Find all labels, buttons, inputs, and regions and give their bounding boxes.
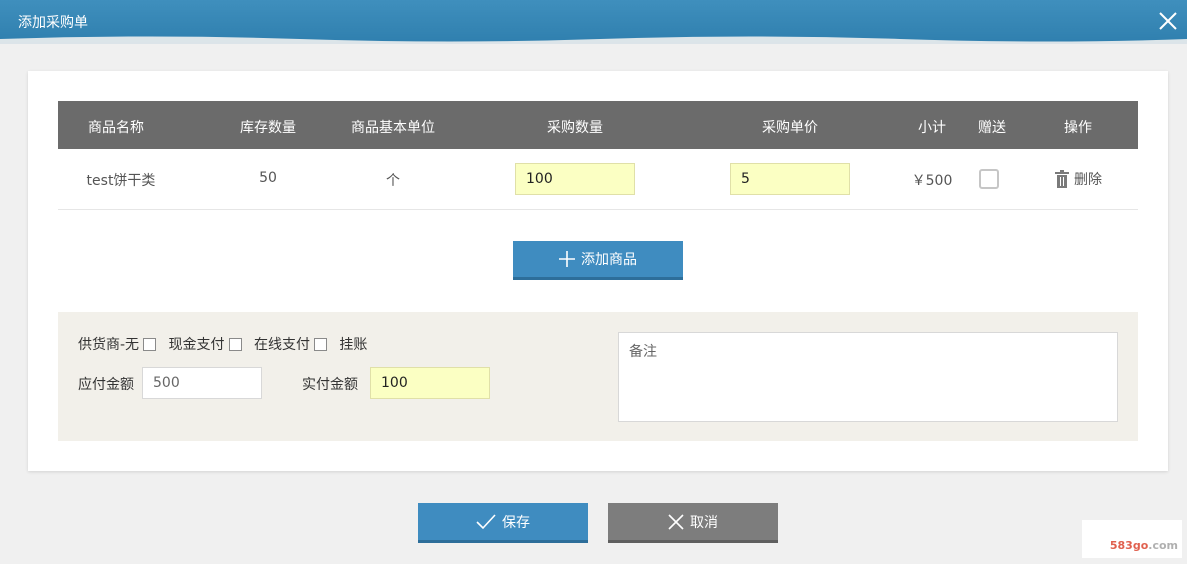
paid-input[interactable]: 100: [370, 367, 490, 399]
delete-label: 删除: [1074, 172, 1102, 188]
payment-options: 供货商-无 现金支付 在线支付 挂账: [78, 334, 367, 354]
titlebar-wave: [0, 36, 1187, 44]
col-actions: 操作: [1064, 120, 1092, 136]
main-panel: 商品名称 库存数量 商品基本单位 采购数量 采购单价 小计 赠送 操作 test…: [28, 71, 1168, 471]
purchase-table: 商品名称 库存数量 商品基本单位 采购数量 采购单价 小计 赠送 操作 test…: [58, 101, 1138, 210]
add-product-label: 添加商品: [581, 252, 637, 268]
supplier-checkbox[interactable]: [143, 338, 157, 351]
online-checkbox[interactable]: [313, 338, 327, 351]
watermark-prefix: 583go: [1109, 539, 1149, 552]
payable-input[interactable]: 500: [142, 367, 262, 399]
qty-input[interactable]: 100: [515, 163, 635, 195]
stock-value: 50: [259, 170, 277, 186]
save-label: 保存: [502, 514, 530, 531]
delete-button[interactable]: 删除: [1054, 169, 1102, 189]
col-stock: 库存数量: [240, 120, 296, 136]
col-qty: 采购数量: [547, 120, 603, 136]
table-row: test饼干类 50 个 100 5 ￥500 删除: [58, 149, 1138, 210]
check-icon: [476, 513, 496, 529]
col-price: 采购单价: [762, 120, 818, 136]
unit-value: 个: [386, 173, 400, 189]
supplier-label: 供货商-无: [78, 337, 140, 353]
dialog-title: 添加采购单: [18, 15, 88, 31]
price-input[interactable]: 5: [730, 163, 850, 195]
table-header: 商品名称 库存数量 商品基本单位 采购数量 采购单价 小计 赠送 操作: [58, 101, 1138, 149]
cash-checkbox[interactable]: [228, 338, 242, 351]
credit-label: 挂账: [339, 337, 368, 353]
watermark-suffix: .com: [1148, 539, 1178, 552]
dialog-titlebar: 添加采购单: [0, 0, 1187, 44]
col-unit: 商品基本单位: [351, 120, 435, 136]
watermark-logo: 583go.com: [1082, 520, 1182, 558]
trash-icon: [1055, 170, 1069, 188]
online-label: 在线支付: [253, 337, 310, 353]
watermark-text: 583go.com: [1110, 539, 1178, 552]
cancel-button[interactable]: 取消: [608, 503, 778, 543]
close-icon[interactable]: [1155, 8, 1181, 34]
plus-icon: [559, 251, 575, 267]
product-name: test饼干类: [86, 173, 156, 189]
col-subtotal: 小计: [918, 120, 946, 136]
x-icon: [668, 513, 684, 530]
col-product-name: 商品名称: [88, 120, 144, 136]
paid-label: 实付金额: [302, 377, 358, 393]
save-button[interactable]: 保存: [418, 503, 588, 543]
subtotal-value: ￥500: [911, 173, 953, 189]
add-product-button[interactable]: 添加商品: [513, 241, 683, 280]
cancel-label: 取消: [690, 514, 718, 531]
cash-label: 现金支付: [168, 337, 225, 353]
payment-section: 供货商-无 现金支付 在线支付 挂账 应付金额 500 实付金额 100 备注: [58, 312, 1138, 441]
gift-checkbox[interactable]: [979, 169, 999, 189]
col-gift: 赠送: [978, 120, 1006, 136]
remark-textarea[interactable]: 备注: [618, 332, 1118, 422]
payable-label: 应付金额: [78, 377, 134, 393]
